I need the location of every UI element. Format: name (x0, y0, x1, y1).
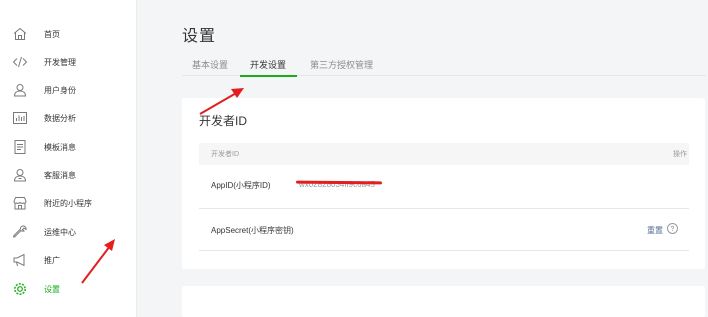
sidebar-item-label: 首页 (44, 29, 60, 39)
help-icon[interactable] (667, 223, 678, 234)
sidebar-item-customer-service[interactable]: 客服消息 (0, 165, 137, 185)
sidebar-item-label: 用户身份 (44, 85, 76, 95)
megaphone-icon (11, 251, 29, 269)
settings-tabs: 基本设置 开发设置 第三方授权管理 (182, 56, 706, 77)
column-header-developer-id: 开发者ID (211, 151, 239, 158)
developer-id-card: 开发者ID 开发者ID 操作 AppID(小程序ID) wx02828034ff… (182, 98, 705, 269)
appid-label: AppID(小程序ID) (211, 181, 271, 190)
chart-icon (11, 109, 29, 127)
sidebar-item-label: 模板消息 (44, 142, 76, 152)
table-header: 开发者ID 操作 (199, 143, 689, 165)
document-icon (11, 138, 29, 156)
store-icon (11, 194, 29, 212)
sidebar-item-label: 客服消息 (44, 170, 76, 180)
settings-icon (11, 280, 29, 298)
column-header-action: 操作 (673, 151, 687, 158)
main-content: 设置 基本设置 开发设置 第三方授权管理 开发者ID 开发者ID 操作 AppI… (137, 0, 708, 317)
tab-basic-settings[interactable]: 基本设置 (192, 58, 228, 71)
sidebar-item-label: 推广 (44, 255, 60, 265)
support-icon (11, 166, 29, 184)
tab-development-settings[interactable]: 开发设置 (250, 58, 286, 71)
sidebar-item-label: 数据分析 (44, 113, 76, 123)
sidebar-item-nearby-miniprogram[interactable]: 附近的小程序 (0, 193, 137, 213)
sidebar-item-settings[interactable]: 设置 (0, 279, 137, 299)
reset-appsecret-link[interactable]: 重置 (647, 225, 663, 236)
sidebar-item-analytics[interactable]: 数据分析 (0, 108, 137, 128)
sidebar-item-label: 开发管理 (44, 57, 76, 67)
sidebar-item-template-messages[interactable]: 模板消息 (0, 137, 137, 157)
sidebar-item-promotion[interactable]: 推广 (0, 250, 137, 270)
card-title: 开发者ID (199, 114, 248, 128)
sidebar-item-home[interactable]: 首页 (0, 24, 137, 44)
code-icon (11, 53, 29, 71)
table-row-appsecret: AppSecret(小程序密钥) 重置 (199, 209, 689, 251)
sidebar-item-operations-center[interactable]: 运维中心 (0, 222, 137, 242)
sidebar-item-label: 设置 (44, 284, 60, 294)
home-icon (11, 25, 29, 43)
page-title: 设置 (182, 28, 217, 45)
sidebar-item-label: 运维中心 (44, 227, 76, 237)
sidebar-item-label: 附近的小程序 (44, 198, 92, 208)
sidebar-item-user-identity[interactable]: 用户身份 (0, 80, 137, 100)
tab-third-party-authorization[interactable]: 第三方授权管理 (310, 58, 373, 71)
user-icon (11, 81, 29, 99)
appsecret-label: AppSecret(小程序密钥) (211, 226, 294, 235)
sidebar: 首页 开发管理 用户身份 数据分析 模板消息 客服消息 附近的小程序 运维中心 … (0, 0, 137, 317)
table-row-appid: AppID(小程序ID) wx02828034ff9c6a45 (199, 165, 689, 209)
active-tab-indicator (240, 75, 297, 77)
sidebar-item-development[interactable]: 开发管理 (0, 52, 137, 72)
wrench-icon (11, 223, 29, 241)
next-card (182, 286, 705, 317)
